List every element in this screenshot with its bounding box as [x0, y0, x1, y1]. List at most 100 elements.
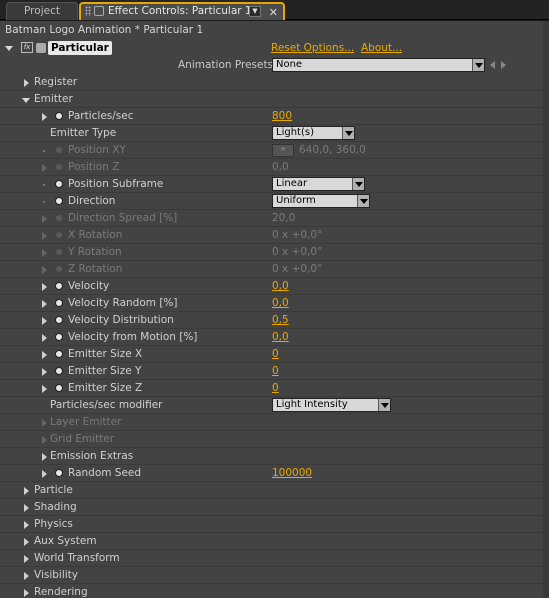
expand-triangle-icon[interactable]	[42, 419, 47, 427]
prop-label: Random Seed	[68, 467, 142, 479]
prop-emitter-size-x: Emitter Size X 0	[0, 346, 543, 363]
group-emitter[interactable]: Emitter	[0, 91, 543, 108]
expand-triangle-icon[interactable]	[24, 555, 29, 563]
stopwatch-icon[interactable]	[55, 384, 63, 392]
expand-triangle-icon[interactable]	[24, 572, 29, 580]
prop-value[interactable]: 0,0	[272, 331, 289, 343]
expand-triangle-icon[interactable]	[24, 487, 29, 495]
expand-triangle-icon[interactable]	[42, 385, 47, 393]
expand-triangle-icon[interactable]	[24, 504, 29, 512]
group-label: Visibility	[34, 569, 79, 581]
animation-presets-dropdown[interactable]: None	[272, 58, 485, 72]
prop-value[interactable]: 0,5	[272, 314, 289, 326]
close-icon[interactable]: ✕	[269, 5, 278, 20]
expand-triangle-icon[interactable]	[24, 79, 29, 87]
group-label: Aux System	[34, 535, 97, 547]
group-grid-emitter[interactable]: Grid Emitter	[0, 431, 543, 448]
expand-triangle-icon[interactable]	[42, 470, 47, 478]
lock-icon[interactable]	[94, 6, 104, 16]
group-label: Physics	[34, 518, 73, 530]
prop-value[interactable]: 0,0	[272, 280, 289, 292]
collapse-triangle-icon[interactable]	[22, 98, 30, 103]
stopwatch-icon[interactable]	[55, 333, 63, 341]
position-subframe-dropdown[interactable]: Linear	[272, 177, 365, 191]
prop-label: Position Z	[68, 161, 120, 173]
prop-particles-sec-modifier: Particles/sec modifier Light Intensity	[0, 397, 543, 414]
prop-label: Velocity	[68, 280, 110, 292]
tab-project[interactable]: Project	[6, 2, 78, 20]
stopwatch-icon[interactable]	[55, 350, 63, 358]
prop-velocity-random: Velocity Random [%] 0,0	[0, 295, 543, 312]
prop-value: 0 x +0,0°	[272, 246, 323, 258]
prop-value[interactable]: 0,0	[272, 297, 289, 309]
group-shading[interactable]: Shading	[0, 499, 543, 516]
group-emission-extras[interactable]: Emission Extras	[0, 448, 543, 465]
expand-triangle-icon[interactable]	[42, 113, 47, 121]
prop-value: 0 x +0,0°	[272, 229, 323, 241]
expand-triangle-icon[interactable]	[5, 46, 13, 51]
about-link[interactable]: About...	[361, 42, 402, 54]
prop-direction-spread: Direction Spread [%] 20,0	[0, 210, 543, 227]
reset-options-link[interactable]: Reset Options...	[271, 42, 354, 54]
group-physics[interactable]: Physics	[0, 516, 543, 533]
stopwatch-icon[interactable]	[55, 112, 63, 120]
expand-triangle-icon[interactable]	[42, 334, 47, 342]
stopwatch-icon[interactable]	[55, 180, 63, 188]
group-register[interactable]: Register	[0, 74, 543, 91]
expand-triangle-icon[interactable]	[42, 283, 47, 291]
group-layer-emitter[interactable]: Layer Emitter	[0, 414, 543, 431]
prop-value: 20,0	[272, 212, 296, 224]
stopwatch-icon[interactable]	[55, 367, 63, 375]
prop-value[interactable]: 100000	[272, 467, 312, 479]
expand-triangle-icon[interactable]	[24, 521, 29, 529]
direction-dropdown[interactable]: Uniform	[272, 194, 370, 208]
expand-triangle-icon[interactable]	[42, 317, 47, 325]
prop-value[interactable]: 0	[272, 382, 279, 394]
expand-triangle-icon	[42, 266, 47, 274]
group-particle[interactable]: Particle	[0, 482, 543, 499]
group-aux-system[interactable]: Aux System	[0, 533, 543, 550]
stopwatch-icon[interactable]	[55, 282, 63, 290]
prop-value[interactable]: 800	[272, 110, 292, 122]
drag-grip-icon[interactable]	[85, 6, 91, 16]
dot-icon	[43, 201, 45, 203]
stopwatch-icon[interactable]	[55, 316, 63, 324]
stopwatch-icon[interactable]	[55, 299, 63, 307]
expand-triangle-icon[interactable]	[42, 453, 47, 461]
group-visibility[interactable]: Visibility	[0, 567, 543, 584]
group-emitter-label: Emitter	[34, 93, 73, 105]
prop-label: Direction	[68, 195, 116, 207]
vertical-scrollbar[interactable]	[543, 21, 549, 598]
effect-name[interactable]: Particular	[48, 41, 112, 55]
tab-effect-controls-label: Effect Controls: Particular 1	[108, 5, 252, 17]
emitter-type-dropdown[interactable]: Light(s)	[272, 126, 355, 140]
group-rendering[interactable]: Rendering	[0, 584, 543, 598]
prev-preset-icon[interactable]	[490, 61, 495, 69]
expand-triangle-icon[interactable]	[42, 368, 47, 376]
expand-triangle-icon[interactable]	[42, 300, 47, 308]
chevron-down-icon	[472, 59, 484, 71]
panel-tab-bar: Project Effect Controls: Particular 1 ▼ …	[0, 0, 549, 20]
expand-triangle-icon[interactable]	[24, 589, 29, 597]
prop-label: Emitter Type	[50, 127, 117, 139]
prop-value: 0 x +0,0°	[272, 263, 323, 275]
group-label: Grid Emitter	[50, 433, 115, 445]
stopwatch-icon	[55, 265, 63, 273]
prop-value[interactable]: 0	[272, 348, 279, 360]
prop-value[interactable]: 0	[272, 365, 279, 377]
prop-emitter-size-z: Emitter Size Z 0	[0, 380, 543, 397]
stopwatch-icon[interactable]	[55, 469, 63, 477]
prop-label: Position XY	[68, 144, 126, 156]
group-world-transform[interactable]: World Transform	[0, 550, 543, 567]
tab-effect-controls[interactable]: Effect Controls: Particular 1 ▼ ✕	[79, 2, 285, 20]
next-preset-icon[interactable]	[501, 61, 506, 69]
tab-menu-dropdown-icon[interactable]: ▼	[249, 6, 261, 17]
stopwatch-icon[interactable]	[55, 197, 63, 205]
chevron-down-icon	[378, 399, 390, 411]
fx-toggle-icon[interactable]: fx	[21, 42, 33, 53]
prop-position-subframe: Position Subframe Linear	[0, 176, 543, 193]
expand-triangle-icon[interactable]	[42, 436, 47, 444]
expand-triangle-icon[interactable]	[42, 351, 47, 359]
particles-sec-modifier-dropdown[interactable]: Light Intensity	[272, 398, 391, 412]
expand-triangle-icon[interactable]	[24, 538, 29, 546]
